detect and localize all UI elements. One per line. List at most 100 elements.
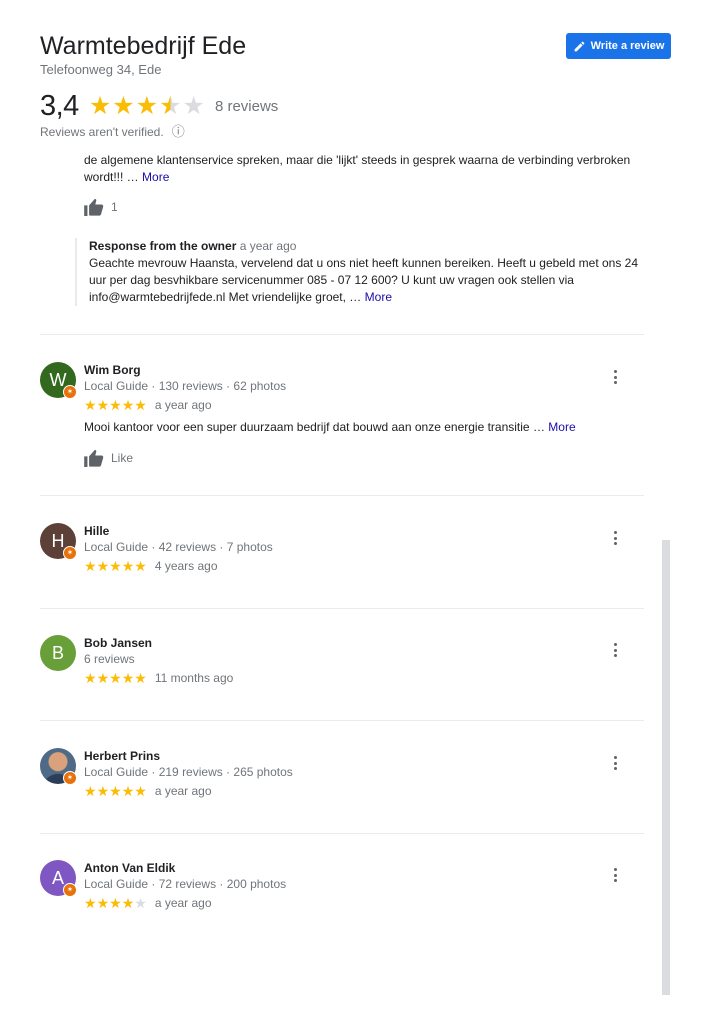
like-label: Like <box>111 451 134 465</box>
review-card: ✶ Herbert Prins Local Guide · 219 review… <box>40 748 644 808</box>
star-icon: ★ <box>109 670 122 686</box>
star-icon: ★ <box>96 558 110 574</box>
owner-response-label: Response from the owner <box>89 239 237 253</box>
write-review-label: Write a review <box>590 40 665 52</box>
review-rating: ★ ★ ★ ★ ★ a year ago <box>84 896 624 910</box>
more-link[interactable]: More <box>365 290 392 304</box>
star-icon: ★ <box>109 558 122 574</box>
review-text: Mooi kantoor voor een super duurzaam bed… <box>84 420 576 434</box>
avatar-initial: A <box>51 867 64 888</box>
star-icon: ★ <box>96 895 110 911</box>
review-stars: ★ ★ ★ ★ ★ <box>84 559 147 573</box>
star-icon: ★ <box>134 895 147 911</box>
local-guide-badge-icon: ✶ <box>63 883 77 897</box>
owner-response-text: Geachte mevrouw Haansta, vervelend dat u… <box>89 256 639 304</box>
star-icon: ★ <box>121 558 135 574</box>
review-rating: ★ ★ ★ ★ ★ 4 years ago <box>84 559 624 573</box>
owner-response-header: Response from the owner a year ago <box>89 238 655 255</box>
review-card: B Bob Jansen 6 reviews ★ ★ ★ ★ ★ 11 months a… <box>40 635 644 695</box>
pencil-icon <box>574 41 584 51</box>
star-icon: ★ <box>84 895 97 911</box>
more-vert-icon[interactable] <box>614 370 618 384</box>
star-icon: ★ <box>121 783 135 799</box>
star-icon: ★ <box>84 670 97 686</box>
previous-review: de algemene klantenservice spreken, maar… <box>84 152 654 216</box>
business-address: Telefoonweg 34, Ede <box>40 62 162 77</box>
like-button[interactable]: 1 <box>84 198 654 216</box>
review-card: A ✶ Anton Van Eldik Local Guide · 72 rev… <box>40 860 644 920</box>
more-link[interactable]: More <box>142 170 169 184</box>
local-guide-badge-icon: ✶ <box>63 546 77 560</box>
star-icon: ★ <box>134 397 147 413</box>
more-vert-icon[interactable] <box>614 868 618 882</box>
info-icon[interactable]: ⓘ <box>172 125 185 138</box>
owner-response-time: a year ago <box>239 239 297 253</box>
review-time: a year ago <box>154 398 212 412</box>
divider <box>40 720 644 721</box>
more-vert-icon[interactable] <box>614 531 618 545</box>
reviews-count[interactable]: 8 reviews <box>215 98 278 115</box>
avatar[interactable]: B <box>40 635 76 671</box>
scrollbar[interactable] <box>662 540 670 995</box>
divider <box>40 833 644 834</box>
star-icon: ★ <box>96 397 110 413</box>
review-stars: ★ ★ ★ ★ ★ <box>84 671 147 685</box>
like-count: 1 <box>111 199 118 214</box>
star-icon: ★ <box>96 670 110 686</box>
review-rating: ★ ★ ★ ★ ★ 11 months ago <box>84 671 624 685</box>
verification-note: Reviews aren't verified. ⓘ <box>40 125 185 139</box>
divider <box>40 334 644 335</box>
review-card: H ✶ Hille Local Guide · 42 reviews · 7 p… <box>40 523 644 583</box>
star-icon: ★ <box>182 92 205 120</box>
star-icon: ★ <box>134 670 147 686</box>
divider <box>40 495 644 496</box>
star-icon: ★ <box>88 92 112 120</box>
write-review-button[interactable]: Write a review <box>566 33 671 59</box>
local-guide-badge-icon: ✶ <box>63 385 77 399</box>
place-header: Warmtebedrijf Ede Telefoonweg 34, Ede Wr… <box>40 30 671 77</box>
review-text: de algemene klantenservice spreken, maar… <box>84 153 631 184</box>
more-vert-icon[interactable] <box>614 756 618 770</box>
local-guide-badge-icon: ✶ <box>63 771 77 785</box>
review-rating: ★ ★ ★ ★ ★ a year ago <box>84 784 624 798</box>
star-icon: ★ <box>134 558 147 574</box>
review-time: a year ago <box>154 896 212 910</box>
divider <box>40 608 644 609</box>
review-card: W ✶ Wim Borg Local Guide · 130 reviews ·… <box>40 362 644 482</box>
thumbs-up-icon <box>84 198 104 216</box>
reviewer-name[interactable]: Herbert Prins <box>84 748 624 764</box>
like-button[interactable]: Like <box>84 449 624 467</box>
reviewer-meta: Local Guide · 72 reviews · 200 photos <box>84 877 287 891</box>
reviewer-meta: Local Guide · 42 reviews · 7 photos <box>84 540 273 554</box>
reviewer-name[interactable]: Wim Borg <box>84 362 624 378</box>
reviewer-name[interactable]: Anton Van Eldik <box>84 860 624 876</box>
star-icon: ★ <box>121 397 135 413</box>
star-icon: ★ <box>121 895 135 911</box>
reviewer-meta: Local Guide · 130 reviews · 62 photos <box>84 379 287 393</box>
verified-text: Reviews aren't verified. <box>40 125 164 139</box>
review-time: 11 months ago <box>154 671 234 685</box>
star-icon: ★ <box>135 92 159 120</box>
review-stars: ★ ★ ★ ★ ★ <box>84 784 147 798</box>
star-icon: ★ <box>84 558 97 574</box>
star-icon: ★ <box>112 92 135 120</box>
review-time: a year ago <box>154 784 212 798</box>
star-icon: ★ <box>109 397 122 413</box>
average-rating: 3,4 <box>40 90 79 122</box>
reviewer-name[interactable]: Hille <box>84 523 624 539</box>
star-icon: ★ <box>84 397 97 413</box>
avatar-initial: H <box>51 530 65 551</box>
review-time: 4 years ago <box>154 559 218 573</box>
star-icon: ★ <box>134 783 147 799</box>
review-stars: ★ ★ ★ ★ ★ <box>84 896 147 910</box>
more-vert-icon[interactable] <box>614 643 618 657</box>
reviewer-name[interactable]: Bob Jansen <box>84 635 624 651</box>
review-stars: ★ ★ ★ ★ ★ <box>84 398 147 412</box>
more-link[interactable]: More <box>548 420 575 434</box>
star-icon: ★ <box>96 783 110 799</box>
reviewer-meta: 6 reviews <box>84 652 135 666</box>
thumbs-up-icon <box>84 449 104 467</box>
star-icon: ★ <box>121 670 135 686</box>
average-stars: ★ ★ ★ ★ ★ <box>89 94 205 119</box>
star-icon: ★ <box>109 783 122 799</box>
